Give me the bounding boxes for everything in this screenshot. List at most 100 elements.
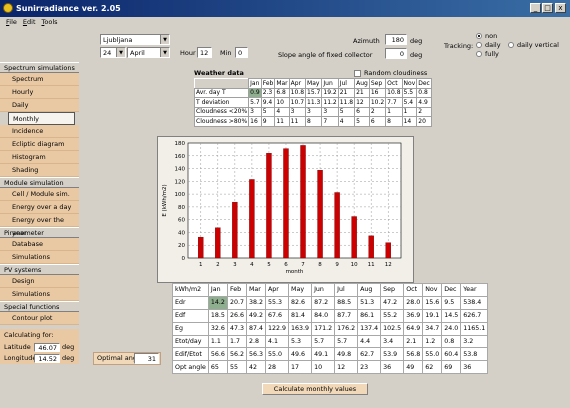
results-cell[interactable]: 56.8 xyxy=(403,347,424,362)
weather-cell[interactable]: 3 xyxy=(321,106,339,117)
results-cell[interactable]: 15.6 xyxy=(422,295,443,310)
weather-cell[interactable]: 14 xyxy=(401,116,418,127)
results-cell[interactable]: 56.6 xyxy=(207,347,228,362)
weather-cell[interactable]: 4.9 xyxy=(416,97,432,108)
weather-cell[interactable]: 4 xyxy=(274,106,290,117)
results-cell[interactable]: 86.1 xyxy=(357,308,382,323)
results-cell[interactable]: 20.7 xyxy=(226,295,247,310)
results-cell[interactable]: 28.0 xyxy=(403,295,424,310)
results-cell[interactable]: 49.2 xyxy=(245,308,267,323)
sidebar-item-contour-plot[interactable]: Contour plot xyxy=(0,312,79,325)
minimize-button[interactable]: _ xyxy=(530,3,541,13)
menu-file[interactable]: File xyxy=(6,17,17,28)
sidebar-item-shading[interactable]: Shading xyxy=(0,164,79,177)
results-cell[interactable]: 5.7 xyxy=(334,334,359,349)
weather-cell-selected[interactable]: 0.9 xyxy=(248,87,262,98)
results-cell[interactable]: 60.4 xyxy=(441,347,462,362)
results-cell[interactable]: 5.3 xyxy=(288,334,313,349)
tracking-non[interactable]: non xyxy=(476,32,497,40)
maximize-button[interactable]: □ xyxy=(542,3,553,13)
results-cell[interactable]: 88.5 xyxy=(334,295,359,310)
results-cell[interactable]: 1.1 xyxy=(207,334,228,349)
results-cell[interactable]: 36 xyxy=(460,360,489,375)
sidebar-item-database[interactable]: Database xyxy=(0,238,79,251)
latitude-input[interactable]: 46.07 xyxy=(34,343,60,352)
weather-cell[interactable]: 15.7 xyxy=(305,87,323,98)
weather-cell[interactable]: 7.7 xyxy=(385,97,403,108)
results-cell[interactable]: 64.9 xyxy=(403,321,424,336)
results-cell[interactable]: 55.2 xyxy=(380,308,405,323)
results-cell[interactable]: 56.3 xyxy=(245,347,267,362)
results-cell[interactable]: 42 xyxy=(245,360,267,375)
weather-cell[interactable]: 5.4 xyxy=(401,97,418,108)
results-cell[interactable]: 49.1 xyxy=(311,347,336,362)
weather-cell[interactable]: 5 xyxy=(354,116,370,127)
sidebar-item-ecliptic-diagram[interactable]: Ecliptic diagram xyxy=(0,138,79,151)
weather-cell[interactable]: 2 xyxy=(368,106,387,117)
sidebar-item-pv-simulations[interactable]: Simulations xyxy=(0,288,79,301)
weather-cell[interactable]: 16 xyxy=(368,87,387,98)
results-cell[interactable]: 49.6 xyxy=(288,347,313,362)
results-cell[interactable]: 1165.1 xyxy=(460,321,489,336)
azimuth-input[interactable]: 180 xyxy=(385,34,407,45)
results-cell[interactable]: 3.4 xyxy=(380,334,405,349)
sidebar-item-hourly[interactable]: Hourly xyxy=(0,86,79,99)
results-cell[interactable]: 5.7 xyxy=(311,334,336,349)
results-cell[interactable]: 12 xyxy=(334,360,359,375)
results-cell[interactable]: 53.9 xyxy=(380,347,405,362)
results-cell[interactable]: 171.2 xyxy=(311,321,336,336)
results-cell[interactable]: 84.0 xyxy=(311,308,336,323)
results-cell[interactable]: 81.4 xyxy=(288,308,313,323)
sidebar-item-spectrum[interactable]: Spectrum xyxy=(0,73,79,86)
results-cell[interactable]: 19.1 xyxy=(422,308,443,323)
month-select[interactable]: April ▼ xyxy=(127,47,170,58)
results-cell[interactable]: 87.2 xyxy=(311,295,336,310)
min-input[interactable]: 0 xyxy=(235,47,248,58)
sidebar-item-incidence[interactable]: Incidence xyxy=(0,125,79,138)
results-cell[interactable]: 23 xyxy=(357,360,382,375)
longitude-input[interactable]: 14.52 xyxy=(34,354,60,363)
results-cell[interactable]: 62 xyxy=(422,360,443,375)
weather-cell[interactable]: 9 xyxy=(260,116,276,127)
weather-cell[interactable]: 1 xyxy=(401,106,418,117)
results-cell[interactable]: 28 xyxy=(264,360,290,375)
results-cell[interactable]: 47.2 xyxy=(380,295,405,310)
day-select[interactable]: 24 ▼ xyxy=(100,47,126,58)
weather-cell[interactable]: 8 xyxy=(305,116,323,127)
weather-cell[interactable]: 10.8 xyxy=(385,87,403,98)
random-cloudiness-checkbox[interactable]: Random cloudiness xyxy=(354,69,427,77)
sidebar-item-daily[interactable]: Daily xyxy=(0,99,79,112)
results-cell[interactable]: 51.3 xyxy=(357,295,382,310)
menu-tools[interactable]: Tools xyxy=(42,17,58,28)
results-cell[interactable]: 4.4 xyxy=(357,334,382,349)
results-cell[interactable]: 49.8 xyxy=(334,347,359,362)
weather-cell[interactable]: 5.5 xyxy=(401,87,418,98)
results-cell[interactable]: 3.2 xyxy=(460,334,489,349)
results-cell[interactable]: 10 xyxy=(311,360,336,375)
weather-cell[interactable]: 10.8 xyxy=(288,87,307,98)
results-cell[interactable]: 55 xyxy=(226,360,247,375)
weather-cell[interactable]: 12 xyxy=(354,97,370,108)
results-cell[interactable]: 137.4 xyxy=(357,321,382,336)
tracking-fully[interactable]: fully xyxy=(476,50,499,58)
results-cell[interactable]: 14.2 xyxy=(207,295,228,310)
sidebar-item-piranometer-simulations[interactable]: Simulations xyxy=(0,251,79,264)
weather-cell[interactable]: 21 xyxy=(337,87,356,98)
weather-cell[interactable]: 4 xyxy=(337,116,356,127)
weather-cell[interactable]: 11 xyxy=(288,116,307,127)
results-cell[interactable]: 62.7 xyxy=(357,347,382,362)
weather-cell[interactable]: 7 xyxy=(321,116,339,127)
results-cell[interactable]: 49 xyxy=(403,360,424,375)
results-cell[interactable]: 2.1 xyxy=(403,334,424,349)
results-cell[interactable]: 47.3 xyxy=(226,321,247,336)
weather-cell[interactable]: 2.3 xyxy=(260,87,276,98)
weather-cell[interactable]: 11.2 xyxy=(321,97,339,108)
results-cell[interactable]: 4.1 xyxy=(264,334,290,349)
weather-cell[interactable]: 6 xyxy=(354,106,370,117)
results-cell[interactable]: 87.4 xyxy=(245,321,267,336)
weather-cell[interactable]: 8 xyxy=(385,116,403,127)
results-cell[interactable]: 538.4 xyxy=(460,295,489,310)
results-cell[interactable]: 0.8 xyxy=(441,334,462,349)
weather-cell[interactable]: 21 xyxy=(354,87,370,98)
results-cell[interactable]: 65 xyxy=(207,360,228,375)
